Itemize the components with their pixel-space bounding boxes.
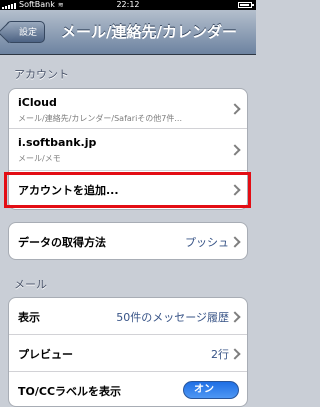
account-row-softbank[interactable]: i.softbank.jp メール/メモ — [9, 129, 247, 171]
account-title: i.softbank.jp — [18, 136, 97, 149]
mail-preview-row[interactable]: プレビュー 2行 — [9, 335, 247, 372]
fetch-new-data-row[interactable]: データの取得方法 プッシュ — [9, 223, 247, 259]
mail-group: 表示 50件のメッセージ履歴 プレビュー 2行 TO/CCラベルを表示 オン — [8, 297, 248, 407]
back-button-label: 設定 — [19, 28, 38, 38]
chevron-right-icon — [229, 144, 241, 156]
section-header-accounts: アカウント — [14, 68, 69, 81]
mail-preview-value: 2行 — [211, 348, 229, 361]
account-row-icloud[interactable]: iCloud メール/連絡先/カレンダー/Safariその他7件... — [9, 89, 247, 129]
chevron-right-icon — [229, 348, 241, 360]
account-subtitle: メール/連絡先/カレンダー/Safariその他7件... — [18, 114, 183, 123]
section-header-mail: メール — [14, 278, 47, 291]
account-title: iCloud — [18, 96, 57, 109]
page-title: メール/連絡先/カレンダー — [61, 23, 237, 41]
fetch-label: データの取得方法 — [18, 236, 106, 249]
chevron-right-icon — [229, 311, 241, 323]
mail-to-cc-label: TO/CCラベルを表示 — [18, 385, 122, 398]
status-bar: SoftBank ≋ 22:12 — [0, 0, 256, 10]
mail-show-to-cc-row: TO/CCラベルを表示 オン — [9, 372, 247, 406]
back-button[interactable]: 設定 — [6, 21, 46, 43]
chevron-right-icon — [229, 236, 241, 248]
add-account-label: アカウントを追加... — [18, 184, 119, 197]
account-subtitle: メール/メモ — [18, 154, 61, 163]
accounts-group: iCloud メール/連絡先/カレンダー/Safariその他7件... i.so… — [8, 88, 248, 210]
add-account-row[interactable]: アカウントを追加... — [9, 171, 247, 209]
mail-show-value: 50件のメッセージ履歴 — [116, 311, 229, 324]
mail-show-label: 表示 — [18, 311, 40, 324]
mail-preview-label: プレビュー — [18, 348, 73, 361]
navigation-bar: 設定 メール/連絡先/カレンダー — [0, 10, 256, 55]
chevron-right-icon — [229, 103, 241, 115]
battery-level — [240, 4, 249, 6]
status-time: 22:12 — [116, 0, 140, 9]
battery-icon — [238, 2, 254, 8]
mail-show-row[interactable]: 表示 50件のメッセージ履歴 — [9, 298, 247, 335]
toggle-label: オン — [194, 384, 214, 395]
chevron-right-icon — [229, 184, 241, 196]
fetch-group: データの取得方法 プッシュ — [8, 222, 248, 260]
fetch-value: プッシュ — [185, 236, 229, 249]
